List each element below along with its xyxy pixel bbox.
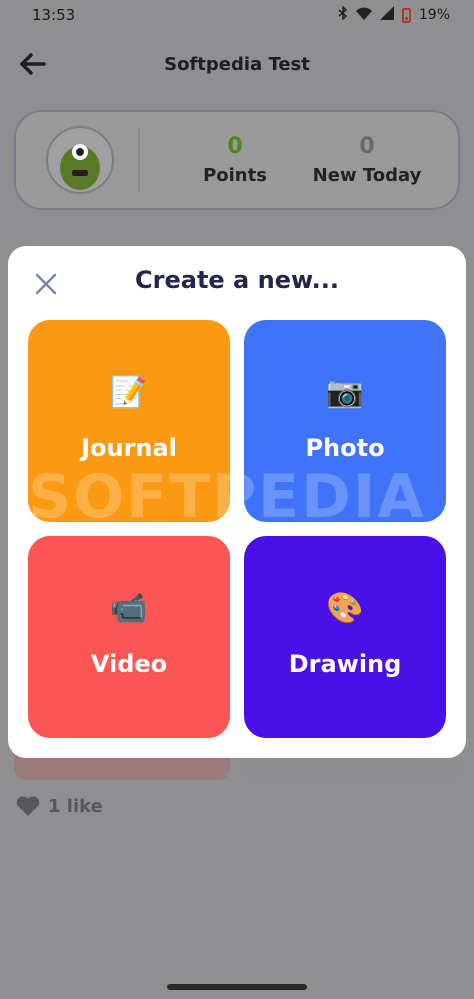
stats-divider xyxy=(138,128,140,192)
system-nav-bar xyxy=(0,970,474,999)
journal-label: Journal xyxy=(81,434,177,462)
page-title: Softpedia Test xyxy=(164,54,310,75)
status-time: 13:53 xyxy=(32,6,76,24)
dialog-title: Create a new... xyxy=(135,266,339,294)
heart-icon xyxy=(16,795,40,817)
battery-percent: 19% xyxy=(418,7,450,23)
stats-card: 0 Points 0 New Today xyxy=(14,110,460,210)
video-camera-icon: 📹 xyxy=(110,591,148,626)
new-today-value: 0 xyxy=(359,134,375,159)
palette-icon: 🎨 xyxy=(326,591,364,626)
monster-avatar-icon xyxy=(60,144,100,190)
points-value: 0 xyxy=(227,134,243,159)
status-icons: 19% xyxy=(338,5,450,24)
camera-icon: 📷 xyxy=(326,375,364,410)
signal-icon xyxy=(379,6,394,24)
memo-icon: 📝 xyxy=(110,375,148,410)
drawing-label: Drawing xyxy=(288,650,402,678)
status-bar: 13:53 19% xyxy=(0,0,474,34)
photo-label: Photo xyxy=(305,434,385,462)
points-label: Points xyxy=(203,165,267,186)
wifi-icon xyxy=(355,7,372,24)
home-gesture-pill[interactable] xyxy=(167,984,307,990)
likes-count: 1 like xyxy=(48,795,103,817)
likes-row: 1 like xyxy=(16,795,103,817)
video-option-button[interactable]: 📹 Video xyxy=(28,536,230,738)
avatar[interactable] xyxy=(46,126,114,194)
bluetooth-icon xyxy=(338,5,348,24)
points-stat: 0 Points xyxy=(190,134,280,186)
new-today-stat: 0 New Today xyxy=(302,134,432,186)
video-label: Video xyxy=(90,650,168,678)
new-today-label: New Today xyxy=(312,165,422,186)
battery-icon xyxy=(401,7,411,23)
app-bar: Softpedia Test xyxy=(0,42,474,86)
watermark: SOFTPEDIA xyxy=(28,462,426,532)
drawing-option-button[interactable]: 🎨 Drawing xyxy=(244,536,446,738)
